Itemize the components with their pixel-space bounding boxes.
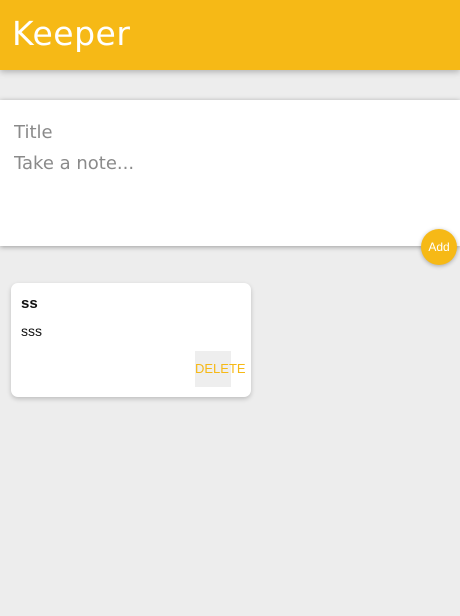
note-content: sss — [21, 323, 42, 339]
note-card: ss sss DELETE — [11, 283, 251, 397]
note-title-input[interactable] — [14, 118, 434, 146]
note-content-input[interactable] — [14, 151, 434, 231]
app-title: Keeper — [12, 14, 131, 53]
add-note-button[interactable]: Add — [421, 229, 457, 265]
app-header: Keeper — [0, 0, 460, 70]
note-title: ss — [21, 295, 38, 312]
delete-note-button[interactable]: DELETE — [195, 351, 246, 387]
